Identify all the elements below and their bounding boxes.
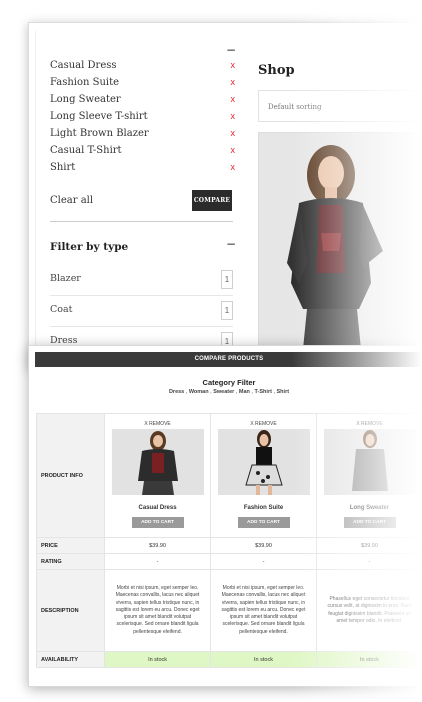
divider <box>50 221 233 222</box>
remove-link[interactable]: X REMOVE <box>212 421 316 427</box>
compare-panel: COMPARE PRODUCTS Category Filter Dress ,… <box>28 345 422 687</box>
description-text: Morbi et nisi ipsum, eget semper leo. Ma… <box>221 584 306 635</box>
selected-filter-item: Light Brown Blazer x <box>50 125 235 142</box>
table-row: PRODUCT INFO X REMOVE Casual Dress ADD T… <box>35 413 422 538</box>
product-name[interactable]: Fashion Suite <box>212 505 316 511</box>
table-row: AVAILABILITY In stock In stock In stock <box>35 651 422 668</box>
description-cell: Phasellus eget consectetur tincidunt cur… <box>316 569 422 652</box>
table-row: PRICE $39.90 $39.90 $39.90 <box>35 537 422 554</box>
category-item[interactable]: Man <box>239 389 250 395</box>
clear-all-link[interactable]: Clear all <box>50 195 93 206</box>
filter-by-type-title: Filter by type <box>50 241 129 253</box>
compare-button[interactable]: COMPARE <box>192 190 232 211</box>
row-label: PRODUCT INFO <box>35 413 106 538</box>
row-label: RATING <box>35 553 106 570</box>
type-count: 1 <box>221 270 233 289</box>
collapse-type-icon[interactable]: − <box>226 237 236 251</box>
product-thumbnail[interactable] <box>217 429 310 495</box>
sort-select[interactable]: Default sorting <box>258 90 422 122</box>
price-cell: $39.90 <box>104 537 212 554</box>
filter-label: Light Brown Blazer <box>50 128 149 139</box>
compare-table: PRODUCT INFO X REMOVE Casual Dress ADD T… <box>35 413 422 668</box>
category-item[interactable]: Woman <box>189 389 209 395</box>
type-label: Blazer <box>50 273 81 284</box>
table-row: RATING - - - <box>35 553 422 570</box>
remove-filter-icon[interactable]: x <box>231 159 236 176</box>
description-text: Phasellus eget consectetur tincidunt cur… <box>327 595 412 624</box>
type-filter-item[interactable]: Blazer 1 <box>50 265 233 296</box>
category-item[interactable]: T-Shirt <box>255 389 272 395</box>
product-thumbnail[interactable] <box>323 429 416 495</box>
availability-cell: In stock <box>210 651 317 668</box>
selected-filter-item: Shirt x <box>50 159 235 176</box>
description-cell: Morbi et nisi ipsum, eget semper leo. Ma… <box>210 569 317 652</box>
table-row: DESCRIPTION Morbi et nisi ipsum, eget se… <box>35 569 422 652</box>
price-cell: $39.90 <box>210 537 317 554</box>
description-cell: Morbi et nisi ipsum, eget semper leo. Ma… <box>104 569 212 652</box>
add-to-cart-button[interactable]: ADD TO CART <box>131 517 184 528</box>
filter-label: Fashion Suite <box>50 77 120 88</box>
shop-title: Shop <box>258 63 295 78</box>
shop-panel: − Casual Dress x Fashion Suite x Long Swea… <box>28 22 422 369</box>
product-thumbnail[interactable] <box>111 429 204 495</box>
product-cell: X REMOVE Long Sweater ADD TO CART <box>316 413 422 538</box>
type-filter-item[interactable]: Coat 1 <box>50 296 233 327</box>
category-item[interactable]: Sweater <box>213 389 234 395</box>
availability-cell: In stock <box>104 651 212 668</box>
category-item[interactable]: Dress <box>169 389 184 395</box>
remove-filter-icon[interactable]: x <box>231 74 236 91</box>
selected-filter-item: Casual T-Shirt x <box>50 142 235 159</box>
category-filter-title: Category Filter <box>202 378 256 387</box>
category-filter-list: Dress , Woman , Sweater , Man , T-Shirt … <box>168 389 290 395</box>
category-item[interactable]: Shirt <box>277 389 290 395</box>
product-cell: X REMOVE Casual Dress ADD TO CART <box>104 413 212 538</box>
product-name[interactable]: Long Sweater <box>318 505 422 511</box>
price-cell: $39.90 <box>316 537 422 554</box>
rating-cell: - <box>316 553 422 570</box>
selected-filter-item: Long Sweater x <box>50 91 235 108</box>
selected-filter-item: Long Sleeve T-shirt x <box>50 108 235 125</box>
type-label: Coat <box>50 304 73 315</box>
product-name[interactable]: Casual Dress <box>106 505 210 511</box>
product-image[interactable] <box>258 132 422 368</box>
filter-label: Long Sweater <box>50 94 121 105</box>
rating-cell: - <box>104 553 212 570</box>
long-sweater-photo <box>323 429 416 495</box>
description-text: Morbi et nisi ipsum, eget semper leo. Ma… <box>115 584 200 635</box>
product-cell: X REMOVE Fashion Suite ADD TO CART <box>210 413 317 538</box>
remove-filter-icon[interactable]: x <box>231 108 236 125</box>
woman-in-blazer-photo <box>259 133 422 367</box>
filter-label: Shirt <box>50 162 76 173</box>
row-label: AVAILABILITY <box>35 651 106 668</box>
collapse-selected-icon[interactable]: − <box>226 43 236 57</box>
filter-label: Casual Dress <box>50 60 117 71</box>
remove-filter-icon[interactable]: x <box>231 125 236 142</box>
filter-label: Casual T-Shirt <box>50 145 122 156</box>
fashion-suite-photo <box>217 429 310 495</box>
filter-label: Long Sleeve T-shirt <box>50 111 148 122</box>
remove-filter-icon[interactable]: x <box>231 57 236 74</box>
compare-header: COMPARE PRODUCTS <box>35 352 422 367</box>
row-label: DESCRIPTION <box>35 569 106 652</box>
remove-filter-icon[interactable]: x <box>231 91 236 108</box>
remove-link[interactable]: X REMOVE <box>318 421 422 427</box>
selected-filter-item: Fashion Suite x <box>50 74 235 91</box>
rating-cell: - <box>210 553 317 570</box>
remove-filter-icon[interactable]: x <box>231 142 236 159</box>
add-to-cart-button[interactable]: ADD TO CART <box>343 517 396 528</box>
casual-dress-photo <box>111 429 204 495</box>
selected-filters-list: Casual Dress x Fashion Suite x Long Sweate… <box>50 57 235 176</box>
availability-cell: In stock <box>316 651 422 668</box>
type-count: 1 <box>221 301 233 320</box>
shop-content: − Casual Dress x Fashion Suite x Long Swea… <box>35 31 422 368</box>
row-label: PRICE <box>35 537 106 554</box>
add-to-cart-button[interactable]: ADD TO CART <box>237 517 290 528</box>
selected-filter-item: Casual Dress x <box>50 57 235 74</box>
remove-link[interactable]: X REMOVE <box>106 421 210 427</box>
